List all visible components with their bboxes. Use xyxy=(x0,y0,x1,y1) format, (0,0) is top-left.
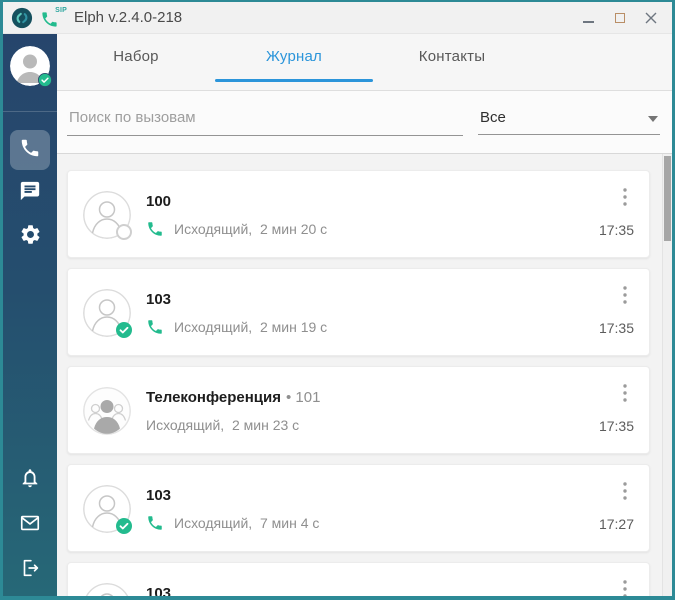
logout-icon xyxy=(19,557,41,584)
more-options-icon[interactable] xyxy=(616,382,634,404)
call-filter-value: Все xyxy=(480,109,506,126)
call-name: Телеконференция • 101 xyxy=(146,389,321,406)
sidebar-item-calls[interactable] xyxy=(10,130,50,170)
sidebar-item-messages[interactable] xyxy=(10,176,50,210)
search-row: Все xyxy=(57,91,672,154)
call-direction-duration: Исходящий, 7 мин 4 с xyxy=(174,515,320,531)
gear-icon xyxy=(19,223,42,251)
call-log: 100 Исходящий, 2 мин 20 с 17:35 103 Исходящи… xyxy=(57,154,672,596)
call-direction-duration: Исходящий, 2 мин 20 с xyxy=(174,221,328,237)
chevron-down-icon xyxy=(648,109,658,126)
maximize-button[interactable] xyxy=(604,5,635,31)
call-direction-duration: Исходящий, 2 мин 19 с xyxy=(174,319,328,335)
scrollbar[interactable] xyxy=(662,154,672,596)
call-name: 103 xyxy=(146,585,172,596)
tab-journal-label: Журнал xyxy=(266,48,322,65)
call-log-item[interactable]: 103 xyxy=(67,562,650,596)
call-time: 17:35 xyxy=(598,418,634,434)
tab-bar: Набор Журнал Контакты xyxy=(57,34,672,91)
window-title: Elph v.2.4.0-218 xyxy=(74,9,183,26)
outgoing-call-icon xyxy=(146,220,164,238)
call-time: 17:35 xyxy=(598,222,634,238)
bell-icon xyxy=(19,467,41,494)
call-number: • 101 xyxy=(286,389,321,406)
scrollbar-thumb[interactable] xyxy=(664,156,671,241)
close-button[interactable] xyxy=(635,5,666,31)
sidebar-item-notifications[interactable] xyxy=(10,464,50,496)
call-log-item[interactable]: 103 Исходящий, 7 мин 4 с 17:27 xyxy=(67,464,650,552)
tab-dialer[interactable]: Набор xyxy=(57,34,215,79)
phone-icon xyxy=(19,137,41,164)
more-options-icon[interactable] xyxy=(616,186,634,208)
outgoing-call-icon xyxy=(146,514,164,532)
user-avatar[interactable] xyxy=(10,46,52,87)
call-name: 103 xyxy=(146,291,172,308)
titlebar[interactable]: SIP Elph v.2.4.0-218 xyxy=(3,2,672,34)
sidebar-divider xyxy=(3,111,57,112)
call-time: 17:27 xyxy=(598,516,634,532)
sidebar xyxy=(3,34,57,596)
call-name: 103 xyxy=(146,487,172,504)
outgoing-call-icon xyxy=(146,318,164,336)
tab-contacts-label: Контакты xyxy=(418,48,486,65)
online-status-check-icon xyxy=(38,73,52,87)
minimize-button[interactable] xyxy=(573,5,604,31)
sip-phone-icon: SIP xyxy=(40,6,67,29)
sip-label: SIP xyxy=(55,6,67,14)
more-options-icon[interactable] xyxy=(616,480,634,502)
call-direction-duration: Исходящий, 2 мин 23 с xyxy=(146,417,300,433)
call-log-item[interactable]: 103 Исходящий, 2 мин 19 с 17:35 xyxy=(67,268,650,356)
search-input[interactable] xyxy=(67,103,463,136)
mail-icon xyxy=(19,512,41,539)
sidebar-item-mail[interactable] xyxy=(10,509,50,541)
contact-avatar xyxy=(83,485,132,534)
sidebar-item-settings[interactable] xyxy=(10,220,50,254)
call-log-list: 100 Исходящий, 2 мин 20 с 17:35 103 Исходящи… xyxy=(67,170,650,596)
call-time: 17:35 xyxy=(598,320,634,336)
contact-avatar xyxy=(83,583,131,596)
more-options-icon[interactable] xyxy=(616,578,634,596)
app-logo-icon xyxy=(11,7,33,29)
status-check-icon xyxy=(116,322,132,338)
chat-icon xyxy=(19,180,41,207)
conference-avatar xyxy=(83,387,131,435)
call-log-item[interactable]: Телеконференция • 101 Исходящий, 2 мин 23 … xyxy=(67,366,650,454)
tab-journal[interactable]: Журнал xyxy=(215,34,373,82)
contact-avatar xyxy=(83,289,132,338)
call-name: 100 xyxy=(146,193,172,210)
call-log-item[interactable]: 100 Исходящий, 2 мин 20 с 17:35 xyxy=(67,170,650,258)
tab-dialer-label: Набор xyxy=(113,48,159,65)
call-filter-dropdown[interactable]: Все xyxy=(478,101,660,135)
status-empty-badge xyxy=(116,224,132,240)
sidebar-item-logout[interactable] xyxy=(10,554,50,586)
status-check-icon xyxy=(116,518,132,534)
contact-avatar xyxy=(83,191,132,240)
more-options-icon[interactable] xyxy=(616,284,634,306)
app-window: SIP Elph v.2.4.0-218 Набор Журнал Контак… xyxy=(3,2,672,596)
tab-contacts[interactable]: Контакты xyxy=(373,34,531,79)
